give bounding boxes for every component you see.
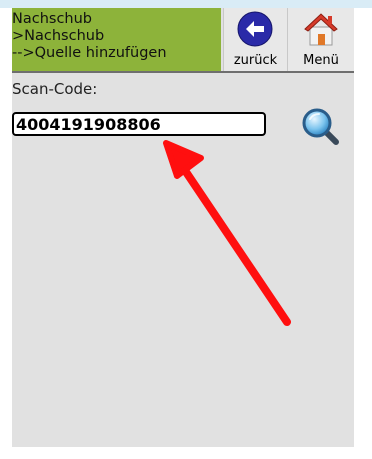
back-button-label: zurück [233,53,278,68]
search-icon[interactable] [300,106,340,146]
scan-code-label: Scan-Code: [12,80,98,98]
breadcrumb: Nachschub >Nachschub -->Quelle hinzufüge… [12,8,221,71]
breadcrumb-line-3: -->Quelle hinzufügen [12,45,167,61]
app-panel: Nachschub >Nachschub -->Quelle hinzufüge… [12,8,354,447]
home-icon [304,13,338,46]
top-strip [0,0,372,8]
breadcrumb-line-2: >Nachschub [12,28,105,44]
breadcrumb-line-1: Nachschub [12,11,93,27]
arrow-left-circle-icon [237,11,273,47]
menu-button-label: Menü [303,53,339,68]
page: Nachschub >Nachschub -->Quelle hinzufüge… [0,0,372,459]
header: Nachschub >Nachschub -->Quelle hinzufüge… [12,8,354,73]
scan-code-input[interactable] [12,112,266,136]
back-button[interactable]: zurück [223,8,287,71]
menu-button[interactable]: Menü [287,8,354,71]
